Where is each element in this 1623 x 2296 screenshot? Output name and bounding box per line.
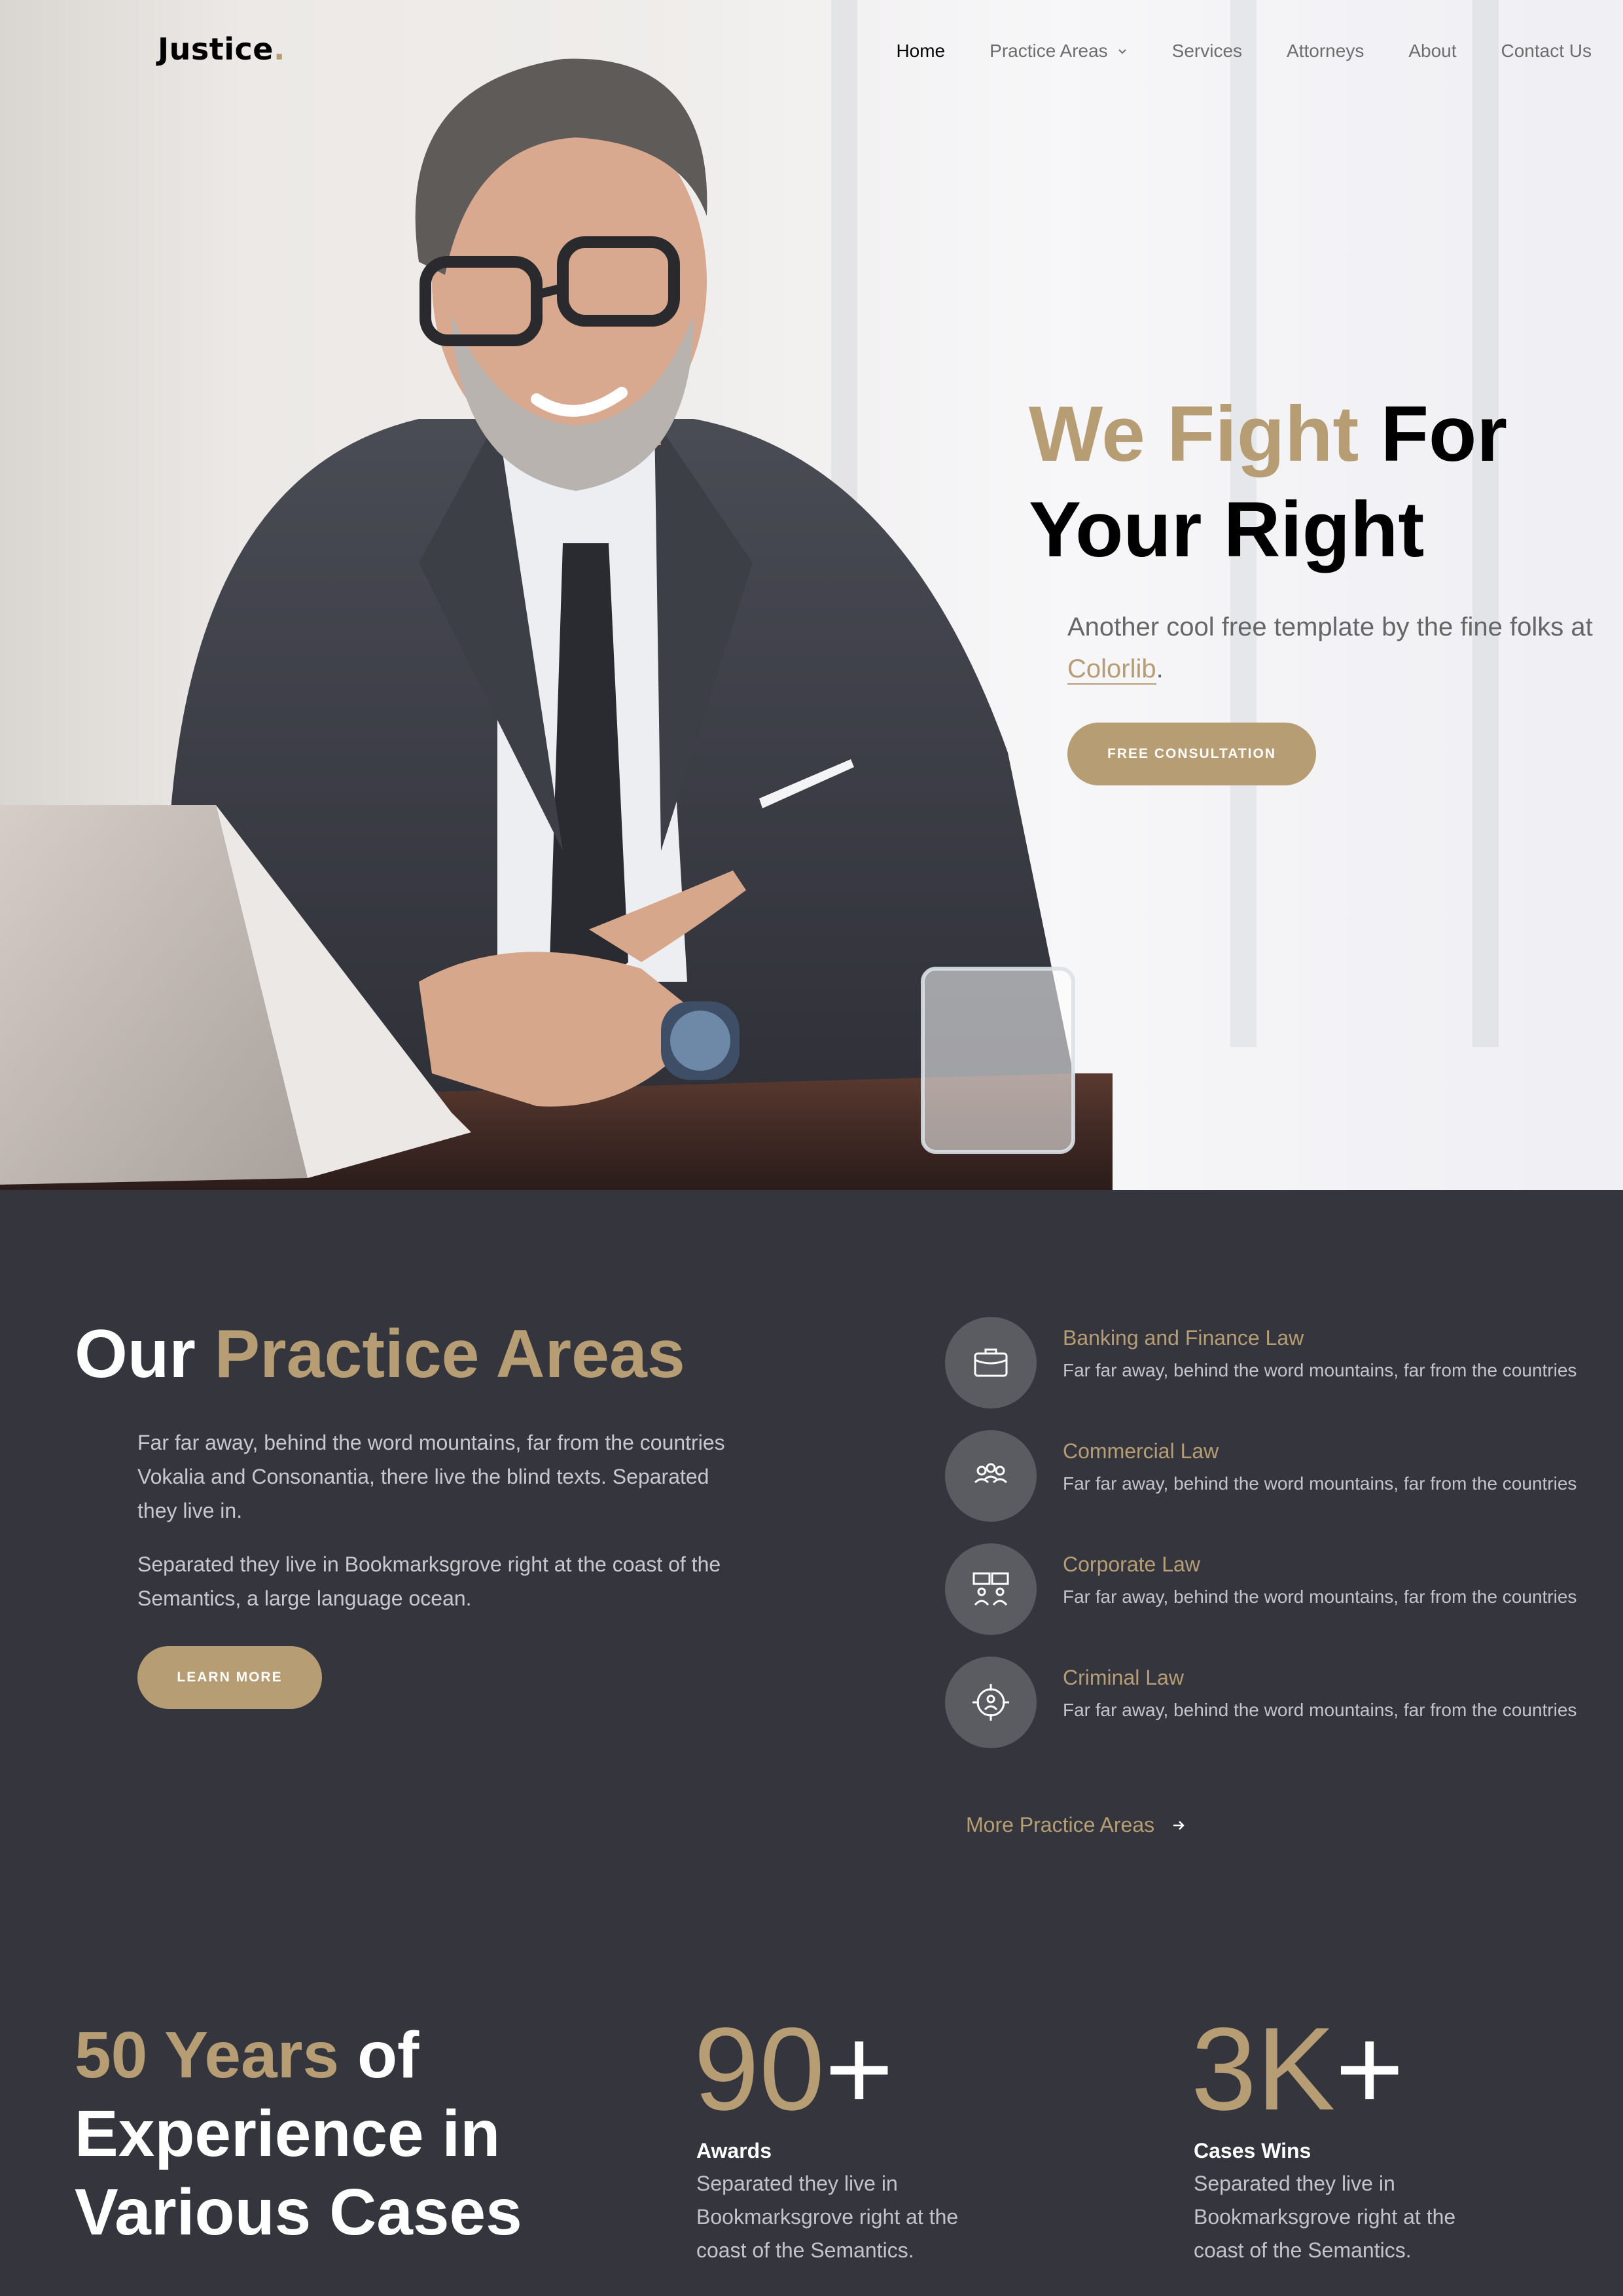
practice-paragraph-2: Separated they live in Bookmarksgrove ri…	[137, 1552, 721, 1610]
practice-area-name[interactable]: Criminal Law	[1063, 1666, 1184, 1690]
hero-title: We Fight For Your Right	[1029, 390, 1508, 573]
briefcase-icon	[945, 1317, 1037, 1408]
cases-wins-description: Separated they live in Bookmarksgrove ri…	[1194, 2172, 1456, 2262]
arrow-right-icon	[1173, 1820, 1185, 1830]
main-nav: Home Practice Areas Services Attorneys A…	[896, 41, 1592, 62]
practice-area-desc: Far far away, behind the word mountains,…	[1063, 1360, 1577, 1380]
practice-area-item[interactable]: Corporate Law Far far away, behind the w…	[945, 1543, 1593, 1641]
cases-wins-label: Cases Wins	[1194, 2139, 1311, 2162]
awards-label: Awards	[696, 2139, 772, 2162]
practice-area-name[interactable]: Commercial Law	[1063, 1439, 1219, 1463]
hero-photo-lawyer	[0, 58, 1075, 1185]
practice-area-desc: Far far away, behind the word mountains,…	[1063, 1473, 1577, 1494]
nav-services[interactable]: Services	[1172, 41, 1242, 62]
site-logo[interactable]: Justice.	[158, 31, 285, 67]
learn-more-button[interactable]: LEARN MORE	[137, 1646, 322, 1709]
practice-area-item[interactable]: Banking and Finance Law Far far away, be…	[945, 1317, 1593, 1415]
hero-subtitle: Another cool free template by the fine f…	[1067, 613, 1593, 685]
free-consultation-button[interactable]: FREE CONSULTATION	[1067, 723, 1316, 785]
colorlib-link[interactable]: Colorlib	[1067, 655, 1156, 685]
practice-areas-title: Our Practice Areas	[75, 1316, 685, 1392]
nav-contact-us[interactable]: Contact Us	[1501, 41, 1592, 62]
meeting-icon	[945, 1543, 1037, 1635]
practice-paragraph-1: Far far away, behind the word mountains,…	[137, 1431, 725, 1522]
awards-counter: 90+	[694, 2003, 894, 2135]
practice-area-item[interactable]: Commercial Law Far far away, behind the …	[945, 1430, 1593, 1528]
nav-attorneys[interactable]: Attorneys	[1287, 41, 1364, 62]
experience-title: 50 Years of Experience in Various Cases	[75, 2018, 522, 2249]
practice-area-desc: Far far away, behind the word mountains,…	[1063, 1587, 1577, 1607]
target-person-icon	[945, 1657, 1037, 1748]
chevron-down-icon	[1118, 49, 1126, 54]
nav-practice-areas[interactable]: Practice Areas	[990, 41, 1128, 62]
hero-section: Justice. Home Practice Areas Services At…	[0, 0, 1623, 1190]
awards-description: Separated they live in Bookmarksgrove ri…	[696, 2172, 959, 2262]
more-practice-areas-link[interactable]: More Practice Areas	[966, 1813, 1186, 1837]
practice-area-item[interactable]: Criminal Law Far far away, behind the wo…	[945, 1657, 1593, 1755]
practice-area-desc: Far far away, behind the word mountains,…	[1063, 1700, 1577, 1720]
nav-home[interactable]: Home	[896, 41, 945, 62]
cases-wins-counter: 3K+	[1191, 2003, 1404, 2135]
practice-area-name[interactable]: Corporate Law	[1063, 1552, 1200, 1577]
people-icon	[945, 1430, 1037, 1522]
practice-area-name[interactable]: Banking and Finance Law	[1063, 1326, 1304, 1350]
nav-about[interactable]: About	[1408, 41, 1456, 62]
